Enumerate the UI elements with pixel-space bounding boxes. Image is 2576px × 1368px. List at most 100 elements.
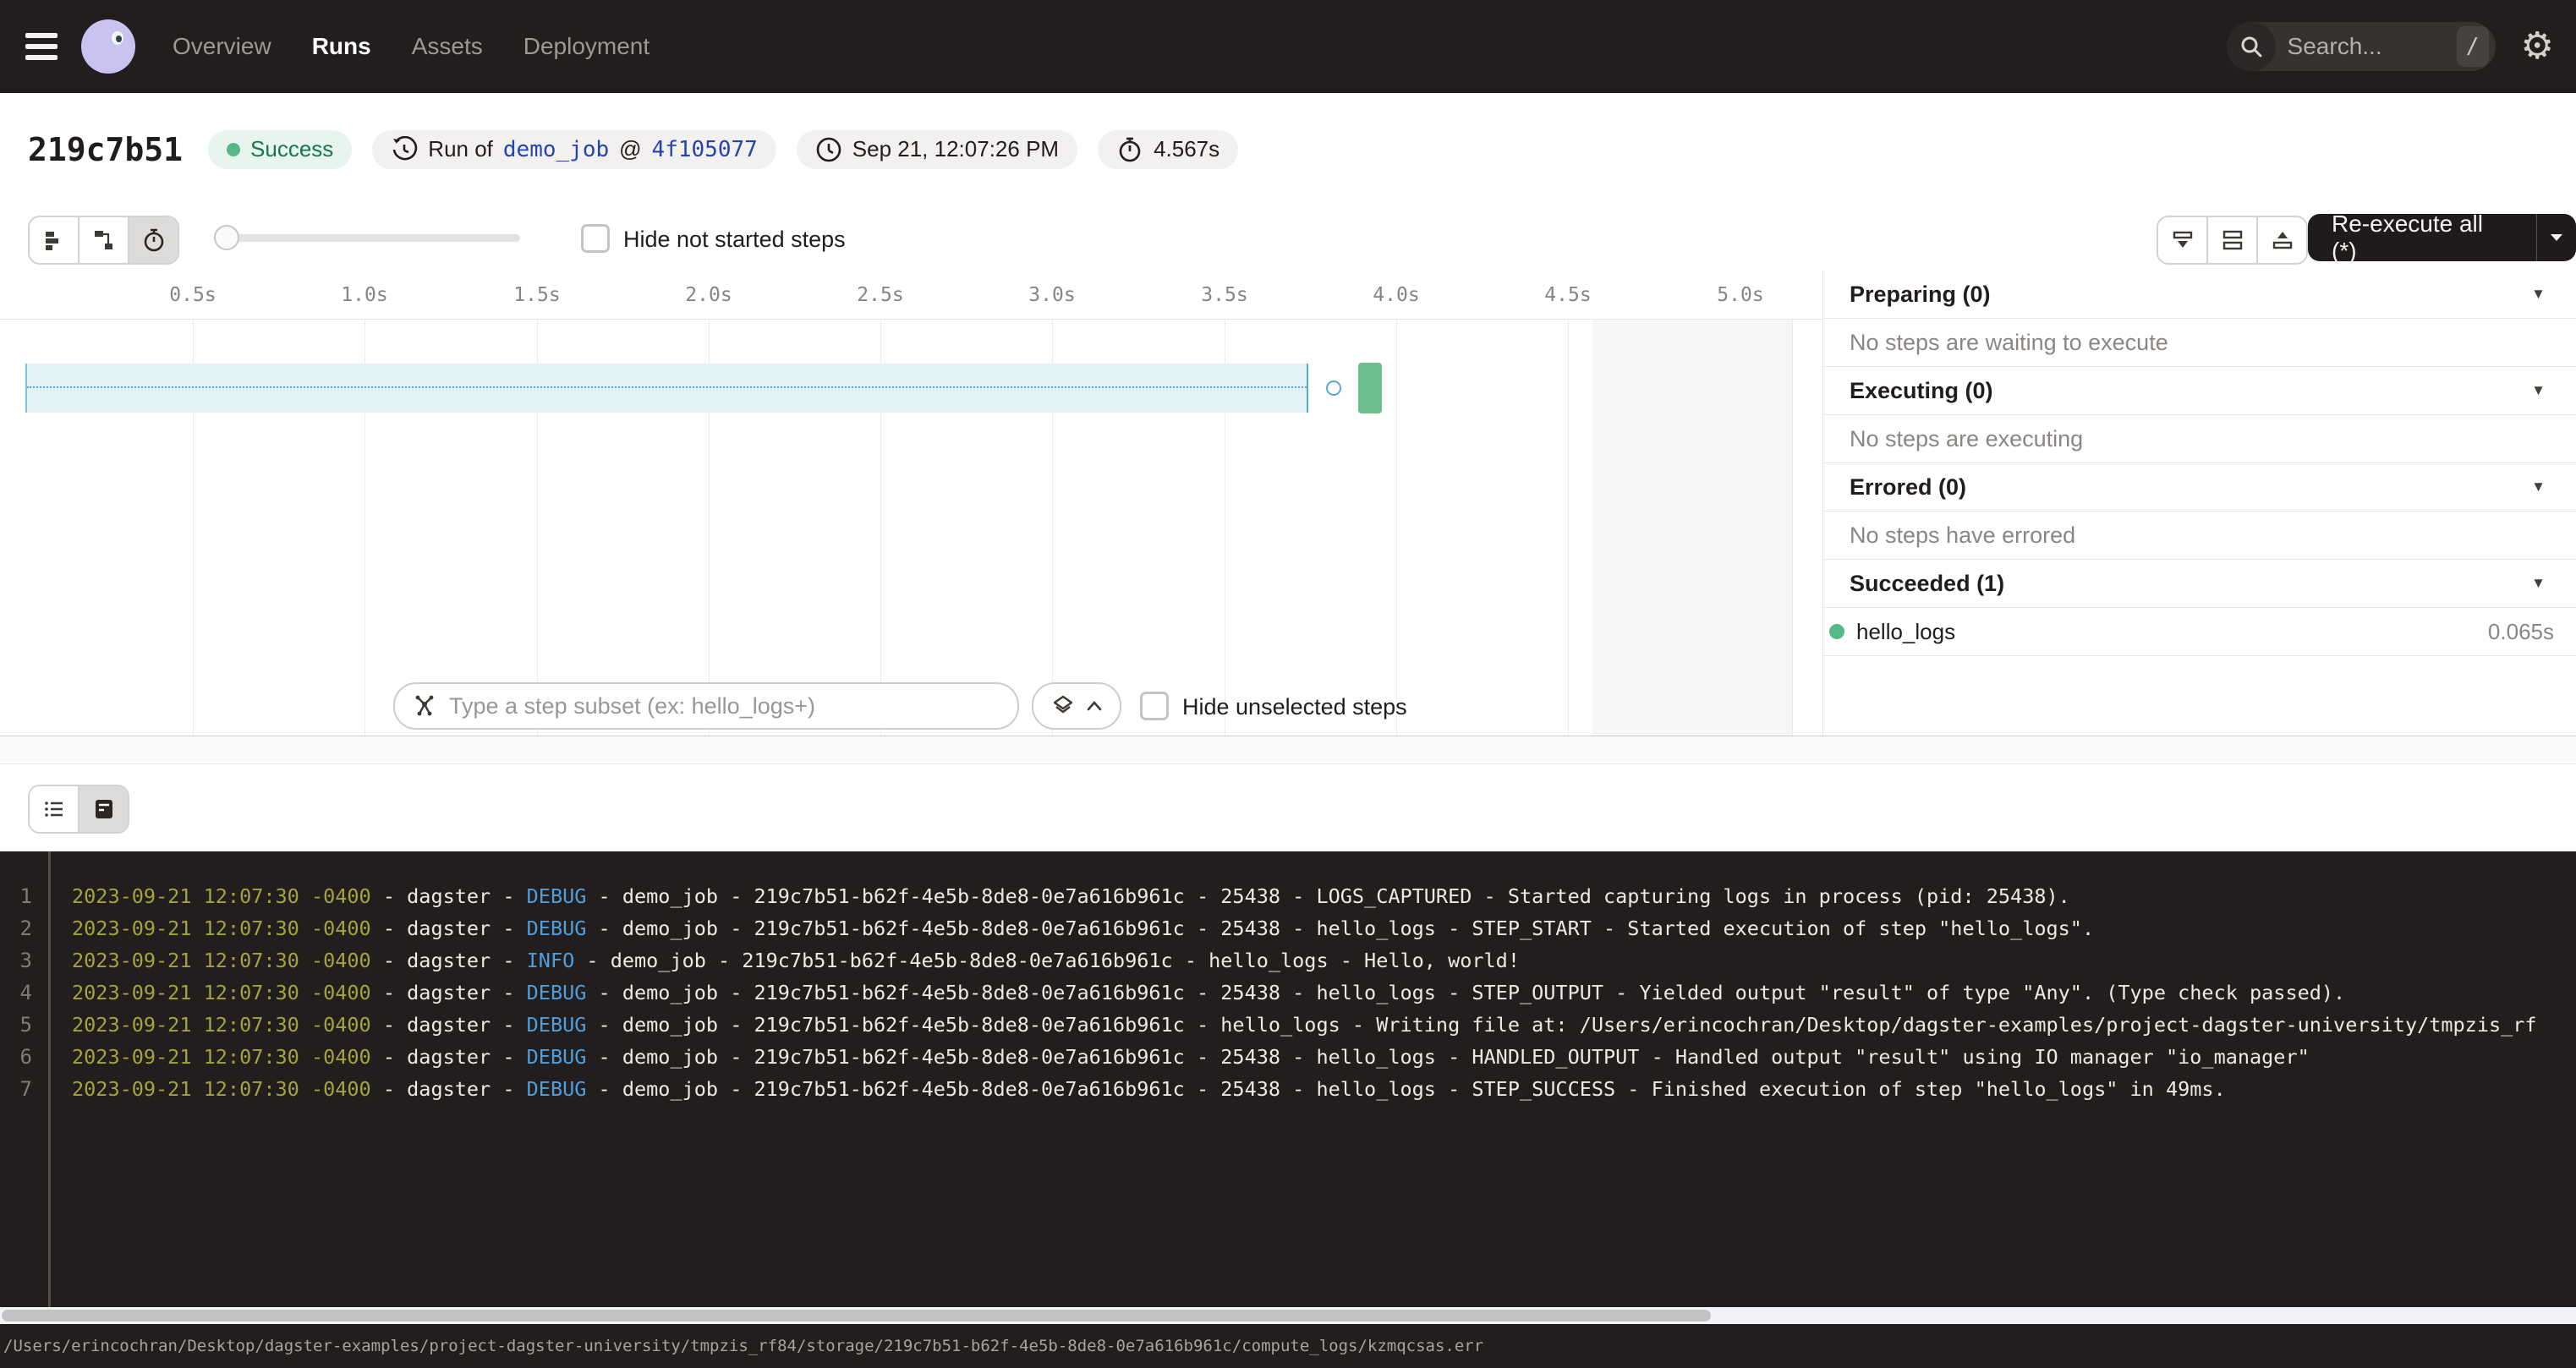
- clock-icon: [815, 136, 842, 163]
- tick-label: 3.0s: [1028, 284, 1075, 306]
- step-bar-hello-logs[interactable]: [1358, 363, 1382, 413]
- succeeded-step-row[interactable]: hello_logs 0.065s: [1824, 608, 2576, 656]
- log-line: 2 2023-09-21 12:07:30 -0400 - dagster - …: [0, 912, 2576, 944]
- nav-item-assets[interactable]: Assets: [412, 33, 483, 60]
- tick-label: 4.5s: [1544, 284, 1591, 306]
- caret-down-icon: ▼: [2531, 382, 2546, 399]
- run-id-title: 219c7b51: [28, 131, 183, 168]
- gantt-timeline-header: 0.5s 1.0s 1.5s 2.0s 2.5s 3.0s 3.5s 4.0s …: [0, 271, 1822, 320]
- gear-icon[interactable]: ⚙: [2521, 28, 2554, 65]
- split-panels-button[interactable]: [2206, 217, 2256, 263]
- nav-links: Overview Runs Assets Deployment: [173, 33, 649, 60]
- step-duration: 0.065s: [2488, 619, 2554, 645]
- hide-unselected-label: Hide unselected steps: [1182, 694, 1407, 720]
- zoom-slider-track[interactable]: [214, 234, 520, 242]
- structured-log-view-button[interactable]: [30, 786, 78, 832]
- step-name: hello_logs: [1856, 619, 2488, 645]
- section-executing-empty: No steps are executing: [1824, 415, 2576, 463]
- horizontal-scrollbar-thumb[interactable]: [2, 1310, 1711, 1321]
- commit-link[interactable]: 4f105077: [652, 137, 758, 162]
- section-preparing-empty: No steps are waiting to execute: [1824, 319, 2576, 367]
- gantt-chart: 0.5s 1.0s 1.5s 2.0s 2.5s 3.0s 3.5s 4.0s …: [0, 271, 1823, 736]
- flat-view-button[interactable]: [30, 217, 78, 263]
- raw-log-view-button[interactable]: [78, 786, 128, 832]
- run-of-badge: Run of demo_job @ 4f105077: [372, 130, 776, 169]
- step-status-panel: Preparing (0)▼ No steps are waiting to e…: [1824, 271, 2576, 736]
- layers-icon: [1050, 693, 1076, 719]
- log-line: 1 2023-09-21 12:07:30 -0400 - dagster - …: [0, 880, 2576, 912]
- log-viewer[interactable]: 1 2023-09-21 12:07:30 -0400 - dagster - …: [0, 851, 2576, 1307]
- duration-badge: 4.567s: [1098, 130, 1238, 169]
- search-shortcut-badge: /: [2457, 26, 2489, 67]
- log-toolbar: hello_logs stdout stderr: [0, 764, 2576, 851]
- tick-label: 1.5s: [513, 284, 560, 306]
- log-lines: 1 2023-09-21 12:07:30 -0400 - dagster - …: [0, 880, 2576, 1105]
- hamburger-menu-icon[interactable]: [25, 33, 58, 60]
- top-nav: Overview Runs Assets Deployment Search..…: [0, 0, 2576, 93]
- hide-not-started-label: Hide not started steps: [623, 227, 846, 253]
- tick-label: 2.0s: [685, 284, 732, 306]
- step-subset-input[interactable]: Type a step subset (ex: hello_logs+): [393, 682, 1019, 730]
- collapse-bottom-panel-button[interactable]: [2158, 217, 2206, 263]
- log-view-mode-group: [28, 785, 129, 834]
- tick-label: 5.0s: [1717, 284, 1763, 306]
- step-subset-placeholder: Type a step subset (ex: hello_logs+): [449, 693, 815, 720]
- chevron-down-icon: [2549, 232, 2564, 244]
- split-panels-icon: [2220, 227, 2245, 253]
- chevron-up-icon: [1086, 700, 1103, 712]
- timed-view-button[interactable]: [128, 217, 178, 263]
- panel-layout-group: [2157, 216, 2308, 265]
- op-graph-icon: [412, 693, 437, 719]
- graph-query-toggle-button[interactable]: [1032, 682, 1121, 730]
- search-placeholder: Search...: [2288, 33, 2457, 60]
- after-run-end-shade: [1592, 320, 1793, 736]
- run-header: 219c7b51 Success Run of demo_job @ 4f105…: [0, 93, 2576, 206]
- timestamp-badge: Sep 21, 12:07:26 PM: [797, 130, 1077, 169]
- log-file-path: /Users/erincochran/Desktop/dagster-examp…: [3, 1337, 1483, 1355]
- job-link[interactable]: demo_job: [503, 137, 609, 162]
- log-line: 5 2023-09-21 12:07:30 -0400 - dagster - …: [0, 1009, 2576, 1041]
- section-succeeded-header[interactable]: Succeeded (1)▼: [1824, 560, 2576, 608]
- gantt-body: Type a step subset (ex: hello_logs+) Hid…: [0, 320, 1822, 736]
- section-executing-header[interactable]: Executing (0)▼: [1824, 367, 2576, 415]
- caret-down-icon: ▼: [2531, 479, 2546, 495]
- nav-item-overview[interactable]: Overview: [173, 33, 271, 60]
- timer-icon: [141, 227, 167, 253]
- tick-label: 1.0s: [341, 284, 387, 306]
- panel-down-icon: [2170, 227, 2195, 253]
- dagster-logo-icon[interactable]: [81, 19, 135, 74]
- caret-down-icon: ▼: [2531, 286, 2546, 303]
- nav-item-runs[interactable]: Runs: [312, 33, 371, 60]
- section-errored-header[interactable]: Errored (0)▼: [1824, 463, 2576, 512]
- nav-item-deployment[interactable]: Deployment: [523, 33, 649, 60]
- reexecute-dropdown-button[interactable]: [2537, 214, 2576, 261]
- expand-bottom-panel-button[interactable]: [2256, 217, 2306, 263]
- step-waiting-band: [25, 364, 1308, 413]
- reexecute-all-main[interactable]: Re-execute all (*): [2308, 214, 2536, 261]
- hide-unselected-checkbox[interactable]: [1140, 692, 1169, 720]
- horizontal-scrollbar: [0, 1307, 2576, 1324]
- reexecute-all-button: Re-execute all (*): [2308, 214, 2576, 261]
- tick-label: 0.5s: [169, 284, 216, 306]
- tick-label: 3.5s: [1201, 284, 1247, 306]
- log-line: 4 2023-09-21 12:07:30 -0400 - dagster - …: [0, 977, 2576, 1009]
- tick-label: 2.5s: [857, 284, 903, 306]
- zoom-slider-handle[interactable]: [214, 225, 239, 250]
- section-preparing-header[interactable]: Preparing (0)▼: [1824, 271, 2576, 319]
- console-icon: [91, 796, 117, 822]
- status-badge: Success: [208, 130, 352, 169]
- history-icon: [391, 136, 418, 163]
- waterfall-view-button[interactable]: [78, 217, 128, 263]
- hide-not-started-checkbox[interactable]: [581, 224, 610, 253]
- log-line: 7 2023-09-21 12:07:30 -0400 - dagster - …: [0, 1073, 2576, 1105]
- gantt-toolbar: Hide not started steps Re-execute all (*…: [0, 205, 2576, 271]
- gantt-view-mode-group: [28, 216, 179, 265]
- step-marker-circle: [1326, 380, 1341, 396]
- status-bar: /Users/erincochran/Desktop/dagster-examp…: [0, 1324, 2576, 1368]
- caret-down-icon: ▼: [2531, 575, 2546, 592]
- log-line: 3 2023-09-21 12:07:30 -0400 - dagster - …: [0, 944, 2576, 977]
- status-dot-icon: [227, 143, 240, 156]
- search-input[interactable]: Search... /: [2227, 22, 2496, 71]
- pane-splitter[interactable]: [0, 736, 2576, 764]
- tick-label: 4.0s: [1373, 284, 1419, 306]
